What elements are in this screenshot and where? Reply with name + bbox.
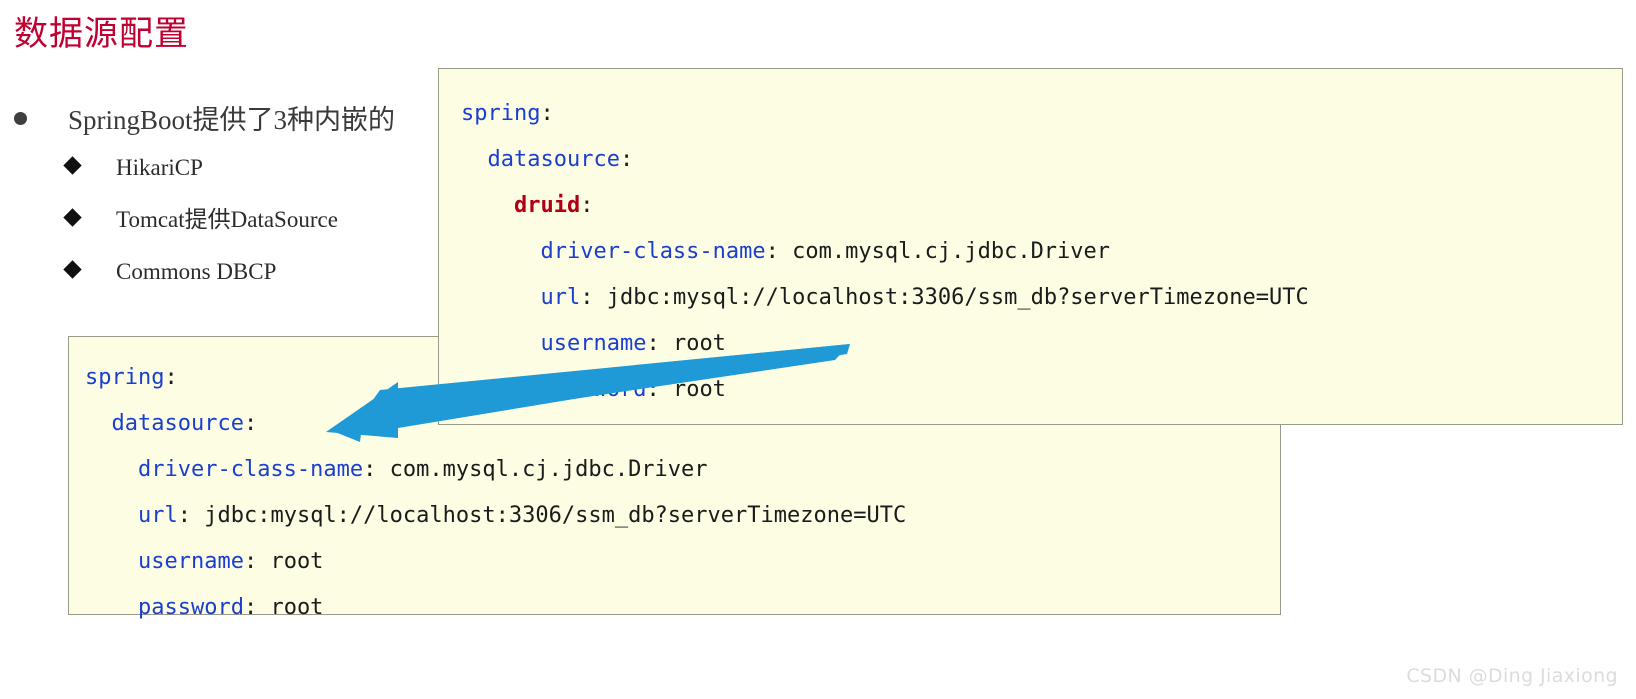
code-line: druid: <box>461 183 1622 229</box>
disc-bullet-icon <box>14 112 27 125</box>
diamond-bullet-icon <box>63 156 82 175</box>
code-line: username: root <box>461 321 1622 367</box>
code-line: spring: <box>461 91 1622 137</box>
code-colon: : <box>177 503 191 528</box>
code-colon: : <box>363 457 377 482</box>
code-value: jdbc:mysql://localhost:3306/ssm_db?serve… <box>190 503 907 528</box>
code-line: url: jdbc:mysql://localhost:3306/ssm_db?… <box>85 493 1280 539</box>
code-value: com.mysql.cj.jdbc.Driver <box>376 457 708 482</box>
code-value: root <box>659 377 726 402</box>
code-key: username <box>540 331 647 356</box>
code-colon: : <box>164 365 178 390</box>
code-line: driver-class-name: com.mysql.cj.jdbc.Dri… <box>85 447 1280 493</box>
code-value: jdbc:mysql://localhost:3306/ssm_db?serve… <box>593 285 1309 310</box>
code-key-highlight: druid <box>513 193 581 218</box>
code-colon: : <box>765 239 779 264</box>
list-item-label: Commons DBCP <box>116 259 277 284</box>
code-key: password <box>137 595 244 620</box>
code-key: url <box>540 285 581 310</box>
watermark-label: CSDN @Ding Jiaxiong <box>1406 665 1618 687</box>
list-item-label: HikariCP <box>116 155 203 180</box>
code-line: datasource: <box>461 137 1622 183</box>
code-line: driver-class-name: com.mysql.cj.jdbc.Dri… <box>461 229 1622 275</box>
list-item-label: SpringBoot提供了3种内嵌的 <box>68 105 396 135</box>
code-key: url <box>137 503 178 528</box>
code-key: driver-class-name <box>540 239 766 264</box>
code-value: com.mysql.cj.jdbc.Driver <box>778 239 1111 264</box>
code-content: spring: datasource: druid: driver-class-… <box>439 69 1622 413</box>
code-value: root <box>659 331 726 356</box>
code-colon: : <box>580 285 594 310</box>
code-colon: : <box>243 549 258 574</box>
code-key: spring <box>85 365 165 390</box>
code-value: root <box>257 549 324 574</box>
code-key: datasource <box>487 147 620 172</box>
code-line: username: root <box>85 539 1280 585</box>
code-colon: : <box>619 147 634 172</box>
code-colon: : <box>243 411 258 436</box>
code-line: password: root <box>85 585 1280 631</box>
list-item-label: Tomcat提供DataSource <box>116 207 338 232</box>
code-key: spring <box>461 101 541 126</box>
code-block-druid-datasource: spring: datasource: druid: driver-class-… <box>438 68 1623 425</box>
code-colon: : <box>580 193 594 218</box>
code-line: password: root <box>461 367 1622 413</box>
code-colon: : <box>646 377 660 402</box>
code-key: datasource <box>111 411 244 436</box>
code-colon: : <box>540 101 554 126</box>
code-key: password <box>540 377 647 402</box>
code-key: username <box>137 549 244 574</box>
code-colon: : <box>243 595 258 620</box>
page-title: 数据源配置 <box>14 14 189 54</box>
code-value: root <box>257 595 324 620</box>
code-line: url: jdbc:mysql://localhost:3306/ssm_db?… <box>461 275 1622 321</box>
code-colon: : <box>646 331 660 356</box>
code-key: driver-class-name <box>137 457 364 482</box>
diamond-bullet-icon <box>63 208 82 227</box>
diamond-bullet-icon <box>63 260 82 279</box>
